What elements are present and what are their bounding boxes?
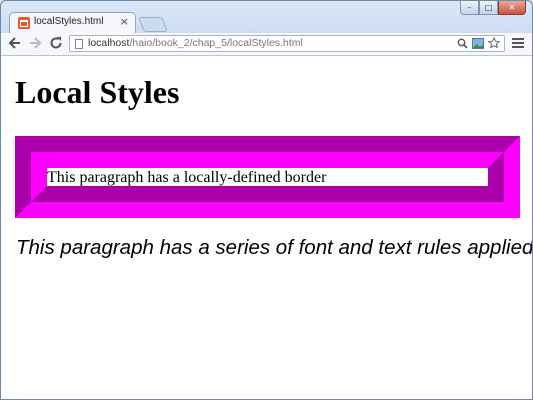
minimize-button[interactable]: – — [460, 1, 479, 15]
menu-icon[interactable] — [512, 36, 524, 50]
bordered-paragraph: This paragraph has a locally-defined bor… — [15, 136, 520, 218]
page-heading: Local Styles — [15, 74, 180, 110]
window-controls: – □ ✕ — [460, 1, 526, 15]
tab-strip: localStyles.html × – □ ✕ — [1, 1, 532, 33]
forward-arrow-icon[interactable] — [27, 36, 43, 52]
page-icon — [75, 39, 83, 49]
browser-toolbar: localhost/haio/book_2/chap_5/localStyles… — [1, 33, 532, 56]
reload-icon[interactable] — [48, 36, 64, 52]
browser-window: localStyles.html × – □ ✕ localhost/haio/… — [0, 0, 533, 400]
back-arrow-icon[interactable] — [7, 36, 23, 52]
maximize-button[interactable]: □ — [479, 1, 498, 15]
html-file-icon — [18, 17, 30, 29]
page-viewport: Local Styles This paragraph has a locall… — [1, 56, 532, 399]
image-icon[interactable] — [472, 37, 484, 53]
tab-close-icon[interactable]: × — [120, 15, 129, 28]
new-tab-button[interactable] — [138, 17, 168, 32]
address-bar[interactable]: localhost/haio/book_2/chap_5/localStyles… — [69, 35, 505, 52]
zoom-icon[interactable] — [457, 38, 468, 53]
url-text: localhost/haio/book_2/chap_5/localStyles… — [88, 37, 303, 49]
browser-tab[interactable]: localStyles.html × — [9, 12, 136, 33]
bordered-paragraph-text: This paragraph has a locally-defined bor… — [31, 152, 504, 202]
bookmark-star-icon[interactable] — [487, 36, 501, 53]
close-window-button[interactable]: ✕ — [498, 1, 526, 15]
styled-paragraph: This paragraph has a series of font and … — [16, 236, 533, 259]
tab-title: localStyles.html — [34, 16, 104, 27]
